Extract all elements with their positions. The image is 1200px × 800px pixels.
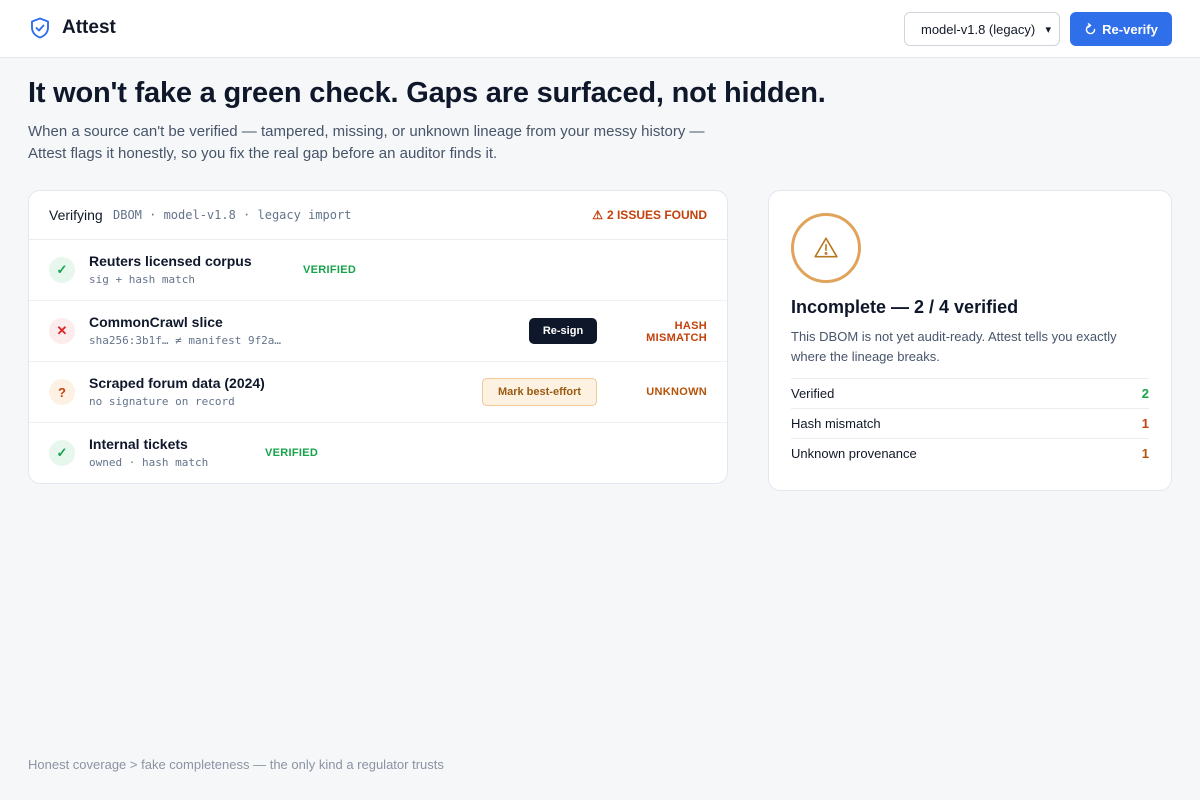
refresh-icon (1085, 22, 1096, 34)
source-row: ? Scraped forum data (2024) no signature… (29, 362, 727, 423)
status-hash-mismatch: HASH MISMATCH (627, 320, 707, 344)
dbom-path: DBOM · model-v1.8 · legacy import (113, 208, 352, 222)
summary-row-verified: Verified 2 (791, 378, 1149, 408)
verification-card: Verifying DBOM · model-v1.8 · legacy imp… (28, 190, 728, 484)
brand[interactable]: Attest (28, 16, 116, 40)
source-name: Internal tickets (89, 436, 188, 452)
version-select-value: model-v1.8 (legacy) (921, 21, 1036, 37)
issues-count: 2 ISSUES FOUND (606, 208, 707, 222)
source-detail: no signature on record (89, 395, 235, 408)
question-icon: ? (49, 379, 75, 405)
summary-card: Incomplete — 2 / 4 verified This DBOM is… (768, 190, 1172, 491)
verification-header: Verifying DBOM · model-v1.8 · legacy imp… (29, 191, 727, 240)
summary-row-unknown: Unknown provenance 1 (791, 438, 1149, 468)
footer-note: Honest coverage > fake completeness — th… (28, 757, 444, 772)
summary-label: Verified (791, 386, 835, 401)
summary-count: 2 (1141, 386, 1149, 401)
subtitle-line-1: When a source can't be verified — tamper… (28, 123, 705, 140)
source-row: ✕ CommonCrawl slice sha256:3b1f… ≠ manif… (29, 301, 727, 362)
source-name: CommonCrawl slice (89, 314, 223, 330)
summary-label: Unknown provenance (791, 446, 917, 461)
summary-count: 1 (1141, 446, 1149, 461)
warning-triangle-icon (814, 237, 838, 258)
summary-title: Incomplete — 2 / 4 verified (791, 297, 1019, 317)
warning-circle (791, 213, 861, 283)
version-select[interactable]: model-v1.8 (legacy) ▾ (904, 12, 1060, 46)
source-row: ✓ Internal tickets owned · hash match VE… (29, 423, 727, 483)
reverify-label: Re-verify (1102, 21, 1158, 37)
reverify-button[interactable]: Re-verify (1070, 12, 1172, 46)
subtitle-line-2: Attest flags it honestly, so you fix the… (28, 145, 498, 162)
status-verified: VERIFIED (303, 264, 357, 276)
source-detail: sig + hash match (89, 273, 195, 286)
source-name: Reuters licensed corpus (89, 253, 252, 269)
source-name: Scraped forum data (2024) (89, 375, 265, 391)
brand-name: Attest (62, 17, 116, 38)
warning-icon: ⚠ (592, 208, 603, 222)
source-detail: sha256:3b1f… ≠ manifest 9f2a… (89, 334, 282, 347)
resign-button[interactable]: Re-sign (529, 318, 597, 344)
issues-badge: ⚠ 2 ISSUES FOUND (592, 208, 707, 222)
chevron-down-icon: ▾ (1045, 23, 1051, 36)
status-unknown: UNKNOWN (646, 386, 707, 398)
source-detail: owned · hash match (89, 456, 209, 469)
shield-check-icon (31, 17, 49, 39)
page-title: It won't fake a green check. Gaps are su… (28, 77, 826, 109)
status-verified: VERIFIED (265, 447, 319, 459)
summary-label: Hash mismatch (791, 416, 881, 431)
summary-description: This DBOM is not yet audit-ready. Attest… (791, 329, 1117, 364)
check-icon: ✓ (49, 440, 75, 466)
top-bar: Attest model-v1.8 (legacy) ▾ Re-verify (0, 0, 1200, 58)
status-line-1: HASH (674, 320, 707, 332)
source-row: ✓ Reuters licensed corpus sig + hash mat… (29, 240, 727, 301)
x-icon: ✕ (49, 318, 75, 344)
summary-list: Verified 2 Hash mismatch 1 Unknown prove… (791, 378, 1149, 468)
summary-row-hash-mismatch: Hash mismatch 1 (791, 408, 1149, 438)
verifying-label: Verifying (49, 207, 103, 223)
check-icon: ✓ (49, 257, 75, 283)
summary-count: 1 (1141, 416, 1149, 431)
status-line-2: MISMATCH (646, 332, 707, 344)
page-subtitle: When a source can't be verified — tamper… (28, 121, 728, 165)
mark-best-effort-button[interactable]: Mark best-effort (482, 378, 597, 406)
